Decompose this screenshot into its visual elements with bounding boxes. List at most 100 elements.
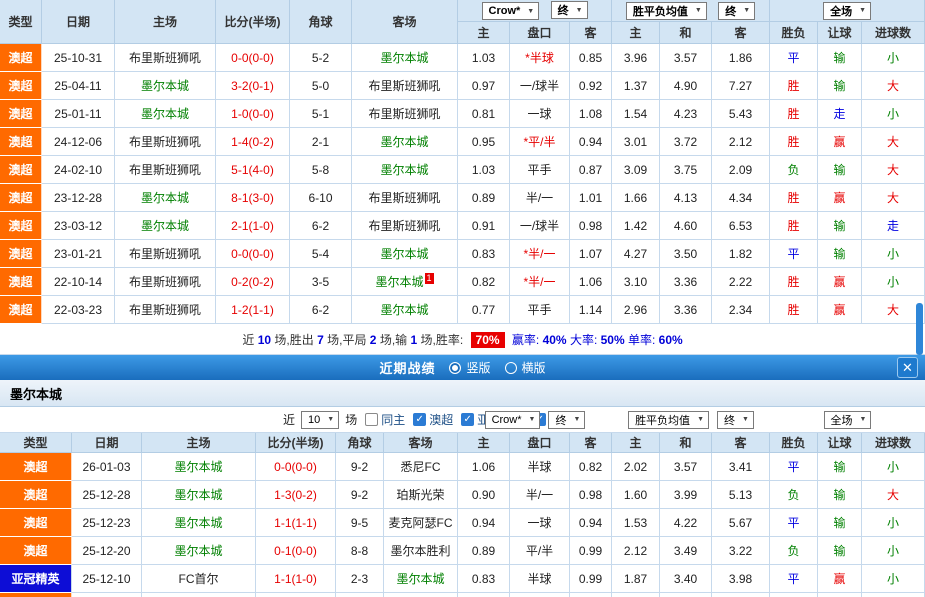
score-cell: 5-1(4-0) bbox=[216, 156, 290, 184]
recent-bookmaker-select[interactable]: Crow*▼ bbox=[485, 411, 541, 429]
home-team[interactable]: 布里斯班狮吼 bbox=[115, 128, 216, 156]
avg-odds-select[interactable]: 胜平负均值▼ bbox=[626, 2, 707, 20]
result-cell: 胜 bbox=[770, 296, 818, 324]
away-team[interactable]: 墨尔本城 bbox=[352, 296, 458, 324]
recent-scope-select[interactable]: 全场▼ bbox=[824, 411, 872, 429]
draw-avg-cell: 3.50 bbox=[660, 240, 712, 268]
team-name: 墨尔本城 bbox=[10, 384, 62, 403]
handicap-cell bbox=[510, 593, 570, 597]
away-odds-cell: 0.99 bbox=[570, 565, 612, 593]
home-team[interactable]: 墨尔本城 bbox=[142, 481, 256, 509]
match-row: 澳超22-10-14布里斯班狮吼0-2(0-2)3-5墨尔本城10.82*半/一… bbox=[0, 268, 925, 296]
scope-select[interactable]: 全场▼ bbox=[823, 2, 871, 20]
corner-cell: 9-2 bbox=[336, 481, 384, 509]
home-team[interactable]: 布里斯班狮吼 bbox=[115, 44, 216, 72]
chevron-down-icon: ▼ bbox=[327, 416, 334, 423]
away-team[interactable]: 墨尔本城 bbox=[352, 156, 458, 184]
away-team[interactable] bbox=[384, 593, 458, 597]
sub-handicap-header: 盘口 bbox=[510, 433, 570, 453]
home-team[interactable]: 墨尔本城 bbox=[142, 509, 256, 537]
summary-text: 场,胜率: bbox=[417, 333, 466, 347]
home-team[interactable]: 布里斯班狮吼 bbox=[115, 240, 216, 268]
home-team[interactable]: 墨尔本城 bbox=[115, 72, 216, 100]
win-avg-cell: 1.87 bbox=[612, 565, 660, 593]
home-team[interactable] bbox=[142, 593, 256, 597]
recent-final-avg-select[interactable]: 终▼ bbox=[717, 411, 754, 429]
match-count-select[interactable]: 10▼ bbox=[301, 411, 339, 429]
corner-cell: 6-10 bbox=[290, 184, 352, 212]
win-avg-cell: 2.12 bbox=[612, 537, 660, 565]
away-team[interactable]: 墨尔本城 bbox=[352, 240, 458, 268]
handicap-result-cell: 输 bbox=[818, 212, 862, 240]
corner-cell bbox=[336, 593, 384, 597]
home-team[interactable]: 布里斯班狮吼 bbox=[115, 156, 216, 184]
handicap-result-cell: 赢 bbox=[818, 184, 862, 212]
sub-draw-header: 和 bbox=[660, 433, 712, 453]
summary-text: 60% bbox=[659, 333, 683, 347]
home-team[interactable]: 墨尔本城 bbox=[115, 212, 216, 240]
away-odds-cell: 1.08 bbox=[570, 100, 612, 128]
summary-text: 7 bbox=[317, 333, 324, 347]
away-team[interactable]: 珀斯光荣 bbox=[384, 481, 458, 509]
match-row: 澳超24-12-06布里斯班狮吼1-4(0-2)2-1墨尔本城0.95*平/半0… bbox=[0, 128, 925, 156]
final-avg-select[interactable]: 终▼ bbox=[718, 2, 755, 20]
home-team[interactable]: 布里斯班狮吼 bbox=[115, 296, 216, 324]
match-row: 澳超22-03-23布里斯班狮吼1-2(1-1)6-2墨尔本城0.77平手1.1… bbox=[0, 296, 925, 324]
away-team[interactable]: 悉尼FC bbox=[384, 453, 458, 481]
home-team[interactable]: 墨尔本城 bbox=[142, 537, 256, 565]
lose-avg-cell: 2.22 bbox=[712, 268, 770, 296]
away-odds-cell: 0.94 bbox=[570, 128, 612, 156]
away-team[interactable]: 布里斯班狮吼 bbox=[352, 100, 458, 128]
recent-final-handicap-select[interactable]: 终▼ bbox=[548, 411, 585, 429]
home-team[interactable]: 墨尔本城 bbox=[115, 184, 216, 212]
result-cell: 平 bbox=[770, 509, 818, 537]
radio-icon[interactable] bbox=[505, 362, 517, 374]
filter-option[interactable]: ✓澳超 bbox=[413, 411, 453, 428]
sub-away-odds-header: 客 bbox=[570, 433, 612, 453]
date-cell: 25-12-23 bbox=[72, 509, 142, 537]
home-team[interactable]: 墨尔本城 bbox=[115, 100, 216, 128]
view-mode-option[interactable]: 横版 bbox=[505, 359, 546, 376]
scrollbar-thumb[interactable] bbox=[916, 303, 923, 355]
home-team[interactable]: 墨尔本城 bbox=[142, 453, 256, 481]
lose-avg-cell: 5.13 bbox=[712, 481, 770, 509]
recent-avg-odds-select[interactable]: 胜平负均值▼ bbox=[628, 411, 709, 429]
away-team[interactable]: 墨尔本城 bbox=[352, 44, 458, 72]
away-odds-cell: 0.99 bbox=[570, 537, 612, 565]
draw-avg-cell: 4.13 bbox=[660, 184, 712, 212]
away-team[interactable]: 墨尔本胜利 bbox=[384, 537, 458, 565]
radio-icon[interactable] bbox=[449, 362, 461, 374]
home-team[interactable]: 布里斯班狮吼 bbox=[115, 268, 216, 296]
close-button[interactable]: ✕ bbox=[897, 357, 918, 378]
away-team[interactable]: 墨尔本城 bbox=[384, 565, 458, 593]
away-team[interactable]: 麦克阿瑟FC bbox=[384, 509, 458, 537]
bookmaker-select[interactable]: Crow*▼ bbox=[482, 2, 540, 20]
corner-cell: 6-2 bbox=[290, 296, 352, 324]
checkbox-icon[interactable] bbox=[365, 413, 378, 426]
away-team[interactable]: 布里斯班狮吼 bbox=[352, 184, 458, 212]
result-cell: 负 bbox=[770, 481, 818, 509]
recent-scope-value: 全场 bbox=[831, 412, 853, 428]
away-team[interactable]: 布里斯班狮吼 bbox=[352, 212, 458, 240]
handicap-result-cell bbox=[818, 593, 862, 597]
recent-filter-band: 近 10▼ 场 同主✓澳超✓亚冠精英✓澳足总 Crow*▼ 终▼ 胜平负均值▼ … bbox=[0, 407, 925, 433]
score-cell: 1-4(0-2) bbox=[216, 128, 290, 156]
filter-option[interactable]: 同主 bbox=[365, 411, 405, 428]
away-team[interactable]: 布里斯班狮吼 bbox=[352, 72, 458, 100]
win-avg-cell: 3.10 bbox=[612, 268, 660, 296]
handicap-result-cell: 赢 bbox=[818, 268, 862, 296]
win-avg-cell bbox=[612, 593, 660, 597]
corner-cell: 3-5 bbox=[290, 268, 352, 296]
home-odds-cell: 0.95 bbox=[458, 128, 510, 156]
checkbox-icon[interactable]: ✓ bbox=[413, 413, 426, 426]
recent-panel-bar: 近期战绩 竖版横版 ✕ bbox=[0, 355, 925, 380]
league-cell: 亚冠精英 bbox=[0, 565, 72, 593]
away-team[interactable]: 墨尔本城 bbox=[352, 128, 458, 156]
date-cell: 23-12-28 bbox=[42, 184, 115, 212]
home-team[interactable]: FC首尔 bbox=[142, 565, 256, 593]
away-team[interactable]: 墨尔本城1 bbox=[352, 268, 458, 296]
view-mode-option[interactable]: 竖版 bbox=[449, 359, 490, 376]
date-cell: 22-03-23 bbox=[42, 296, 115, 324]
final-handicap-select[interactable]: 终▼ bbox=[551, 1, 588, 19]
score-cell: 0-0(0-0) bbox=[216, 44, 290, 72]
